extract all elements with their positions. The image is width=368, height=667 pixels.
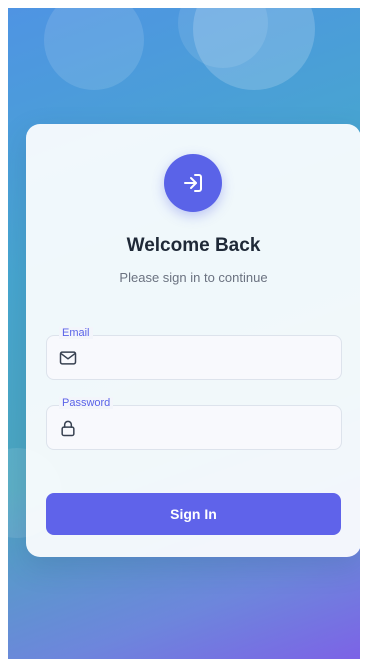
page-title: Welcome Back: [126, 235, 261, 256]
password-field[interactable]: Password: [46, 397, 342, 450]
sign-in-icon: [184, 174, 202, 192]
login-screen: Welcome Back Please sign in to continue …: [8, 8, 360, 659]
email-field[interactable]: Email: [46, 327, 342, 380]
decorative-bubble: [44, 8, 144, 90]
sign-in-button[interactable]: Sign In: [46, 493, 341, 535]
lock-icon: [61, 420, 75, 437]
login-card: Welcome Back Please sign in to continue …: [26, 124, 360, 557]
page-subtitle: Please sign in to continue: [119, 270, 268, 285]
password-label: Password: [59, 397, 114, 409]
sign-in-badge: [164, 154, 222, 212]
email-label: Email: [59, 327, 93, 339]
password-input[interactable]: [85, 414, 334, 442]
mail-icon: [59, 351, 77, 365]
email-input[interactable]: [85, 344, 334, 372]
